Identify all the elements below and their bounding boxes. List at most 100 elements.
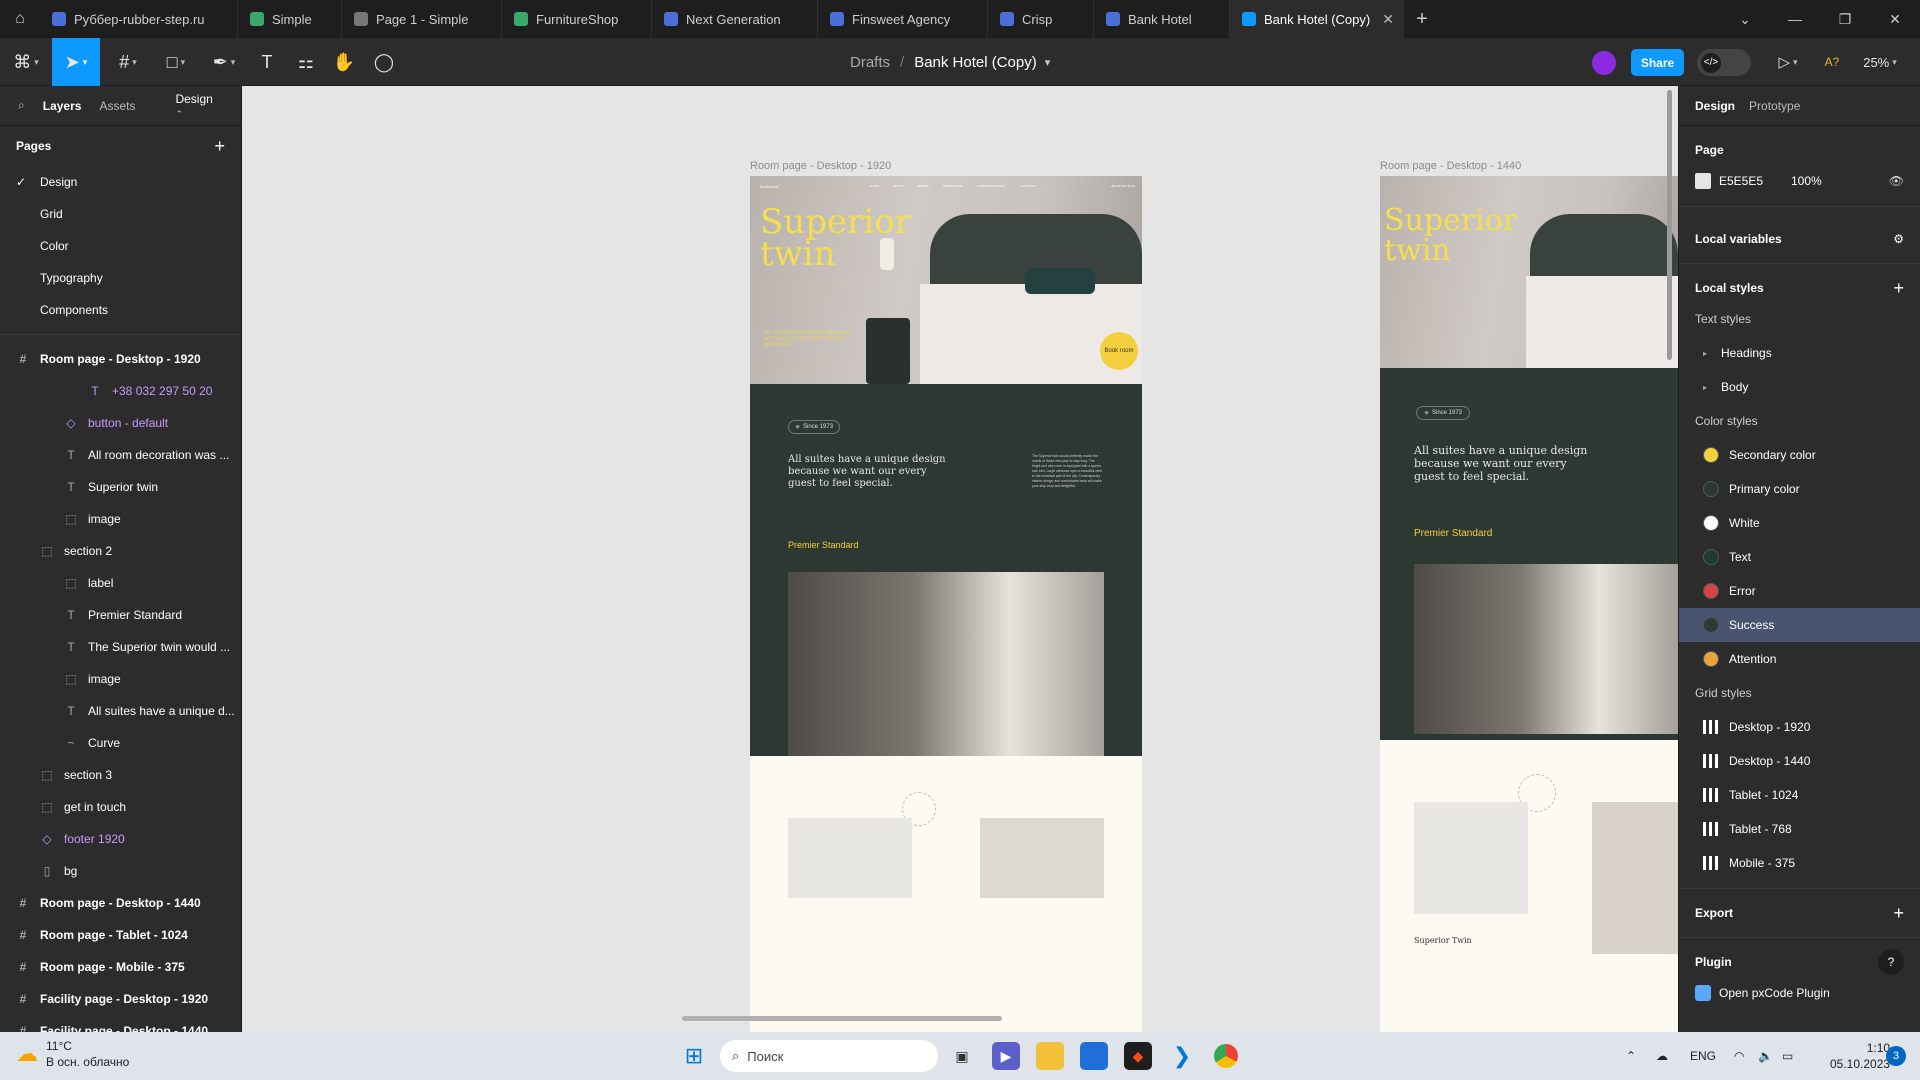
dev-mode-toggle[interactable]: </> xyxy=(1697,49,1751,76)
page-item[interactable]: Grid xyxy=(0,198,241,230)
volume-icon[interactable]: 🔈 xyxy=(1758,1032,1773,1080)
frame-tool-icon[interactable]: # ▾ xyxy=(108,38,148,86)
notification-badge[interactable]: 3 xyxy=(1886,1046,1906,1066)
nav-link[interactable]: CONTACTS xyxy=(1020,184,1036,188)
frame-label[interactable]: Room page - Desktop - 1440 xyxy=(1380,160,1521,172)
shape-tool-icon[interactable]: □ ▾ xyxy=(156,38,196,86)
layer-row[interactable]: T +38 032 297 50 20 xyxy=(0,375,241,407)
page-color-row[interactable]: E5E5E5 100% 👁 xyxy=(1695,164,1904,198)
page-color-swatch[interactable] xyxy=(1695,173,1711,189)
layer-row[interactable]: ⬚ image xyxy=(0,503,241,535)
color-style-item[interactable]: Attention xyxy=(1695,642,1904,676)
layer-row[interactable]: ⬚ image xyxy=(0,663,241,695)
nav-phone[interactable]: +38 032 297 50 20 xyxy=(1110,184,1135,188)
layer-row[interactable]: ⬚ section 3 xyxy=(0,759,241,791)
missing-fonts-icon[interactable]: A? xyxy=(1820,38,1844,86)
text-style-group[interactable]: ▸ Body xyxy=(1695,370,1904,404)
clock[interactable]: 1:10 05.10.2023 xyxy=(1830,1040,1890,1072)
avatar[interactable] xyxy=(1592,51,1616,75)
new-tab-button[interactable]: + xyxy=(1404,0,1440,38)
nav-link[interactable]: ABOUT xyxy=(893,184,903,188)
layer-row[interactable]: ▯ bg xyxy=(0,855,241,887)
main-menu-icon[interactable]: ⌘ ▾ xyxy=(6,38,46,86)
horizontal-scrollbar[interactable] xyxy=(682,1016,1002,1021)
text-style-group[interactable]: ▸ Headings xyxy=(1695,336,1904,370)
tab-design[interactable]: Design xyxy=(1695,99,1735,113)
present-icon[interactable]: ▷ ▾ xyxy=(1770,38,1806,86)
nav-logo[interactable]: BankHotel xyxy=(760,184,778,189)
color-style-item[interactable]: Success xyxy=(1679,608,1920,642)
layer-row[interactable]: # Room page - Tablet - 1024 xyxy=(0,919,241,951)
chevron-down-icon[interactable]: ▾ xyxy=(1045,56,1051,69)
page-opacity-value[interactable]: 100% xyxy=(1791,174,1822,188)
color-style-item[interactable]: White xyxy=(1695,506,1904,540)
tab-active[interactable]: Bank Hotel (Copy) ✕ xyxy=(1230,0,1404,38)
grid-style-item[interactable]: Desktop - 1920 xyxy=(1695,710,1904,744)
file-explorer-icon[interactable] xyxy=(1036,1042,1064,1070)
task-view-icon[interactable]: ▣ xyxy=(948,1042,976,1070)
page-item[interactable]: Typography xyxy=(0,262,241,294)
layer-row[interactable]: # Room page - Desktop - 1440 xyxy=(0,887,241,919)
store-icon[interactable] xyxy=(1080,1042,1108,1070)
tab-prototype[interactable]: Prototype xyxy=(1749,99,1800,113)
add-style-icon[interactable]: + xyxy=(1893,278,1904,299)
breadcrumb-parent[interactable]: Drafts xyxy=(850,54,890,71)
nav-link[interactable]: ROOMS xyxy=(917,184,928,188)
comment-tool-icon[interactable]: ◯ xyxy=(368,38,400,86)
page-dropdown[interactable]: Design ⌃ xyxy=(175,92,230,120)
taskbar-search[interactable]: ⌕ Поиск xyxy=(720,1040,938,1072)
layer-row[interactable]: T All suites have a unique d... xyxy=(0,695,241,727)
share-button[interactable]: Share xyxy=(1631,49,1684,76)
text-tool-icon[interactable]: T xyxy=(252,38,282,86)
page-item[interactable]: Color xyxy=(0,230,241,262)
chrome-icon[interactable] xyxy=(1212,1042,1240,1070)
page-item[interactable]: ✓ Design xyxy=(0,166,241,198)
layer-row[interactable]: T The Superior twin would ... xyxy=(0,631,241,663)
figma-app-icon[interactable]: ◆ xyxy=(1124,1042,1152,1070)
layer-row[interactable]: # Facility page - Desktop - 1920 xyxy=(0,983,241,1015)
nav-link[interactable]: CONFERENCE HALL xyxy=(977,184,1006,188)
battery-icon[interactable]: ▭ xyxy=(1782,1032,1793,1080)
layer-row[interactable]: T All room decoration was ... xyxy=(0,439,241,471)
windows-start-icon[interactable]: ⊞ xyxy=(680,1042,708,1070)
resources-tool-icon[interactable]: ⚏ xyxy=(290,38,322,86)
weather-widget[interactable]: ☁ 11°C В осн. облачно xyxy=(16,1038,129,1070)
canvas[interactable]: Room page - Desktop - 1920 BankHotel HOM… xyxy=(242,86,1678,1032)
layer-row[interactable]: ⬚ get in touch xyxy=(0,791,241,823)
zoom-level[interactable]: 25% ▾ xyxy=(1855,38,1905,86)
layer-row[interactable]: # Room page - Mobile - 375 xyxy=(0,951,241,983)
tab-assets[interactable]: Assets xyxy=(99,99,135,113)
grid-style-item[interactable]: Tablet - 1024 xyxy=(1695,778,1904,812)
file-name[interactable]: Bank Hotel (Copy) xyxy=(914,54,1037,71)
color-style-item[interactable]: Text xyxy=(1695,540,1904,574)
vertical-scrollbar[interactable] xyxy=(1667,90,1672,360)
pen-tool-icon[interactable]: ✒ ▾ xyxy=(204,38,244,86)
close-icon[interactable]: ✕ xyxy=(1382,11,1394,28)
color-style-item[interactable]: Error xyxy=(1695,574,1904,608)
wifi-icon[interactable]: ◠ xyxy=(1734,1032,1744,1080)
layer-row[interactable]: ⬚ label xyxy=(0,567,241,599)
teams-icon[interactable]: ▶ xyxy=(992,1042,1020,1070)
layer-row[interactable]: # Facility page - Desktop - 1440 xyxy=(0,1015,241,1032)
grid-style-item[interactable]: Mobile - 375 xyxy=(1695,846,1904,880)
add-export-icon[interactable]: + xyxy=(1893,903,1904,924)
language-indicator[interactable]: ENG xyxy=(1690,1032,1716,1080)
layer-row[interactable]: ~ Curve xyxy=(0,727,241,759)
close-window-button[interactable]: ✕ xyxy=(1870,0,1920,38)
layer-row[interactable]: ◇ button - default xyxy=(0,407,241,439)
grid-style-item[interactable]: Tablet - 768 xyxy=(1695,812,1904,846)
minimize-button[interactable]: — xyxy=(1770,0,1820,38)
tab-layers[interactable]: Layers xyxy=(43,99,82,113)
chevron-down-icon[interactable]: ⌄ xyxy=(1720,0,1770,38)
frame-label[interactable]: Room page - Desktop - 1920 xyxy=(750,160,891,172)
export-header[interactable]: Export + xyxy=(1695,889,1904,937)
frame-room-page-1920[interactable]: BankHotel HOME ABOUT ROOMS RESTAURANT CONFER… xyxy=(750,176,1142,1032)
eye-icon[interactable]: 👁 xyxy=(1889,174,1904,188)
nav-link[interactable]: HOME xyxy=(870,184,879,188)
plugin-item[interactable]: Open pxCode Plugin xyxy=(1695,976,1904,1010)
page-color-value[interactable]: E5E5E5 xyxy=(1719,174,1791,188)
vscode-icon[interactable]: ❯ xyxy=(1168,1042,1196,1070)
layer-row[interactable]: ◇ footer 1920 xyxy=(0,823,241,855)
search-icon[interactable]: ⌕ xyxy=(18,98,25,113)
frame-room-page-1440[interactable]: Superior twin ✳ Since 1973 All suites ha… xyxy=(1380,176,1678,1032)
